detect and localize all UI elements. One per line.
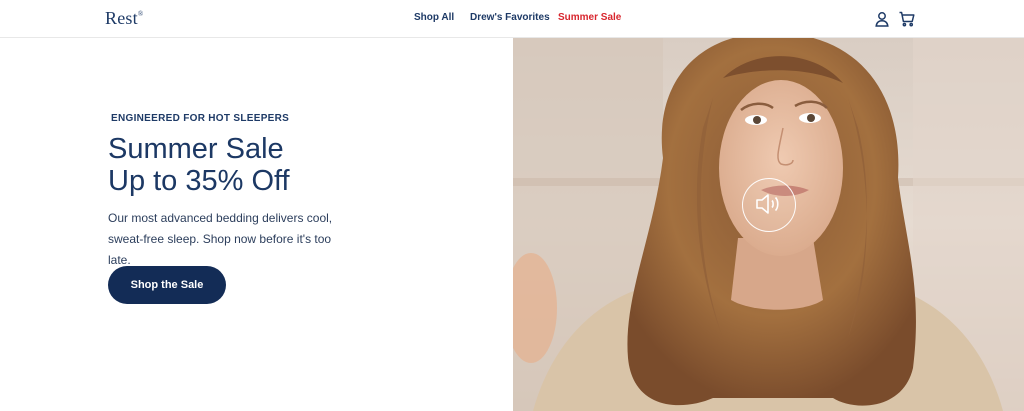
hero-headline: Summer Sale Up to 35% Off [108,133,408,197]
nav-summer-sale[interactable]: Summer Sale [558,12,621,23]
site-header: Rest® Shop All Drew's Favorites Summer S… [0,0,1024,38]
hero-body: Our most advanced bedding delivers cool,… [108,208,348,271]
headline-line-2: Up to 35% Off [108,165,290,197]
hero-eyebrow: ENGINEERED FOR HOT SLEEPERS [111,113,290,124]
speaker-icon [754,191,784,220]
headline-line-1: Summer Sale [108,133,284,165]
hero-content: ENGINEERED FOR HOT SLEEPERS Summer Sale … [0,38,513,411]
shop-the-sale-button[interactable]: Shop the Sale [108,266,226,304]
sound-toggle-button[interactable] [742,178,796,232]
hero-video[interactable] [513,38,1024,411]
account-icon[interactable] [873,10,891,28]
cart-icon[interactable] [898,10,916,28]
body-line-1: Our most advanced bedding delivers cool, [108,211,333,225]
nav-shop-all[interactable]: Shop All [414,12,454,23]
body-line-2: sweat-free sleep. Shop now before it's t… [108,232,332,267]
nav-drews-favorites[interactable]: Drew's Favorites [470,12,550,23]
main-nav: Shop All Drew's Favorites Summer Sale [0,12,1024,26]
